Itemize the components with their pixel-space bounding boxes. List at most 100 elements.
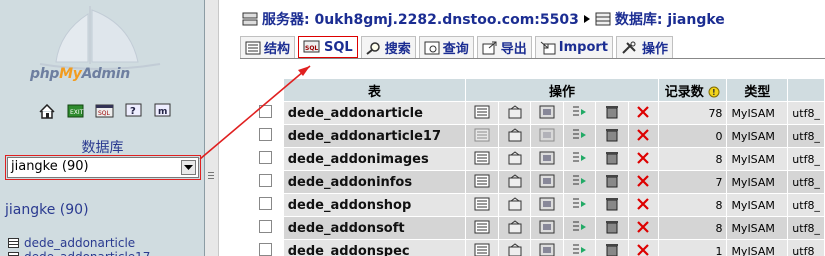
search-icon[interactable] — [539, 105, 555, 122]
drop-icon[interactable] — [636, 220, 650, 237]
structure-icon[interactable] — [507, 150, 523, 168]
tab-operations[interactable]: 操作 — [616, 36, 674, 58]
drop-icon[interactable] — [636, 151, 650, 168]
empty-icon[interactable] — [604, 151, 620, 168]
home-icon[interactable] — [36, 102, 57, 120]
annotation-highlight-box — [5, 155, 201, 180]
table-name[interactable]: dede_addonarticle17 — [283, 125, 466, 147]
search-icon[interactable] — [539, 197, 555, 214]
tab-label: SQL — [324, 39, 353, 55]
table-row[interactable]: dede_addonsoft 8 MyISAM utf8_ — [249, 217, 824, 239]
row-checkbox[interactable] — [259, 243, 273, 256]
table-row[interactable]: dede_addonarticle 78 MyISAM utf8_ — [249, 102, 824, 124]
help-icon[interactable]: ? — [123, 102, 144, 120]
record-count: 0 — [658, 125, 727, 147]
search-icon[interactable] — [539, 174, 555, 191]
drop-icon[interactable] — [636, 197, 650, 214]
table-row[interactable]: dede_addonshop 8 MyISAM utf8_ — [249, 194, 824, 216]
phpmyadmin-logo[interactable]: phpMyAdmin — [20, 4, 180, 96]
table-name[interactable]: dede_addonshop — [283, 194, 466, 216]
database-link[interactable]: jiangke (90) — [5, 202, 89, 218]
structure-icon[interactable] — [507, 242, 523, 256]
structure-icon[interactable] — [507, 127, 523, 145]
tab-import[interactable]: Import — [534, 36, 614, 58]
drop-icon[interactable] — [636, 105, 650, 122]
browse-icon[interactable] — [474, 128, 490, 145]
insert-icon[interactable] — [571, 128, 587, 145]
frame-splitter[interactable] — [205, 0, 219, 256]
exit-icon[interactable]: EXIT — [65, 102, 86, 120]
browse-icon[interactable] — [474, 174, 490, 191]
table-list-item[interactable]: dede_addonarticle — [8, 236, 135, 250]
collation: utf8_ — [788, 194, 824, 216]
browse-icon[interactable] — [474, 243, 490, 256]
tab-label: 结构 — [264, 42, 291, 57]
search-icon[interactable] — [539, 128, 555, 145]
table-row[interactable]: dede_addonimages 8 MyISAM utf8_ — [249, 148, 824, 170]
tab-label: 操作 — [642, 42, 669, 57]
browse-icon[interactable] — [474, 151, 490, 168]
search-icon[interactable] — [539, 243, 555, 256]
empty-icon[interactable] — [604, 220, 620, 237]
table-name[interactable]: dede_addoninfos — [283, 171, 466, 193]
sql-icon[interactable]: SQL — [94, 102, 115, 120]
table-header-row: 表 操作 记录数 ! 类型 — [249, 79, 824, 101]
engine-type: MyISAM — [727, 171, 788, 193]
tab-structure[interactable]: 结构 — [240, 36, 296, 58]
tab-export[interactable]: 导出 — [476, 36, 532, 58]
table-row[interactable]: dede_addonspec 1 MyISAM utf8_ — [249, 240, 824, 256]
docs-icon[interactable]: m — [152, 102, 173, 120]
insert-icon[interactable] — [571, 151, 587, 168]
browse-icon[interactable] — [474, 197, 490, 214]
drop-icon[interactable] — [636, 243, 650, 256]
table-name[interactable]: dede_addonarticle — [283, 102, 466, 124]
structure-icon[interactable] — [507, 104, 523, 122]
search-icon[interactable] — [539, 220, 555, 237]
tab-search[interactable]: 搜索 — [360, 36, 416, 58]
quick-icons: EXIT SQL ? m — [36, 102, 173, 120]
row-checkbox[interactable] — [259, 174, 273, 187]
table-list-item[interactable]: dede_addonarticle17 — [8, 250, 150, 256]
empty-icon[interactable] — [604, 243, 620, 256]
empty-icon[interactable] — [604, 105, 620, 122]
empty-icon[interactable] — [604, 197, 620, 214]
row-checkbox[interactable] — [259, 220, 273, 233]
tab-sql[interactable]: SQL SQL — [298, 36, 358, 58]
database-title-link[interactable]: 数据库: jiangke — [615, 9, 725, 29]
insert-icon[interactable] — [571, 243, 587, 256]
row-checkbox[interactable] — [259, 197, 273, 210]
record-count: 8 — [658, 148, 727, 170]
table-name[interactable]: dede_addonspec — [283, 240, 466, 256]
tab-query[interactable]: 查询 — [418, 36, 474, 58]
server-link[interactable]: 服务器: 0ukh8gmj.2282.dnstoo.com:5503 — [262, 9, 579, 29]
browse-icon[interactable] — [474, 105, 490, 122]
insert-icon[interactable] — [571, 174, 587, 191]
table-name[interactable]: dede_addonsoft — [283, 217, 466, 239]
table-row[interactable]: dede_addonarticle17 0 MyISAM utf8_ — [249, 125, 824, 147]
row-checkbox[interactable] — [259, 128, 273, 141]
structure-icon[interactable] — [507, 219, 523, 237]
structure-icon[interactable] — [507, 196, 523, 214]
drop-icon[interactable] — [636, 128, 650, 145]
insert-icon[interactable] — [571, 197, 587, 214]
search-icon[interactable] — [539, 151, 555, 168]
table-icon — [8, 238, 19, 248]
empty-icon[interactable] — [604, 128, 620, 145]
empty-icon[interactable] — [604, 174, 620, 191]
insert-icon[interactable] — [571, 220, 587, 237]
record-count: 78 — [658, 102, 727, 124]
structure-icon — [245, 41, 261, 54]
row-checkbox[interactable] — [259, 151, 273, 164]
drop-icon[interactable] — [636, 174, 650, 191]
main-frame: 服务器: 0ukh8gmj.2282.dnstoo.com:5503 数据库: … — [236, 0, 825, 256]
database-label: 数据库 — [81, 140, 124, 156]
row-checkbox[interactable] — [259, 105, 273, 118]
browse-icon[interactable] — [474, 220, 490, 237]
insert-icon[interactable] — [571, 105, 587, 122]
table-name[interactable]: dede_addonimages — [283, 148, 466, 170]
column-header-action: 操作 — [466, 79, 658, 101]
structure-icon[interactable] — [507, 173, 523, 191]
tab-label: Import — [558, 40, 609, 55]
column-header-table[interactable]: 表 — [283, 79, 466, 101]
table-row[interactable]: dede_addoninfos 7 MyISAM utf8_ — [249, 171, 824, 193]
